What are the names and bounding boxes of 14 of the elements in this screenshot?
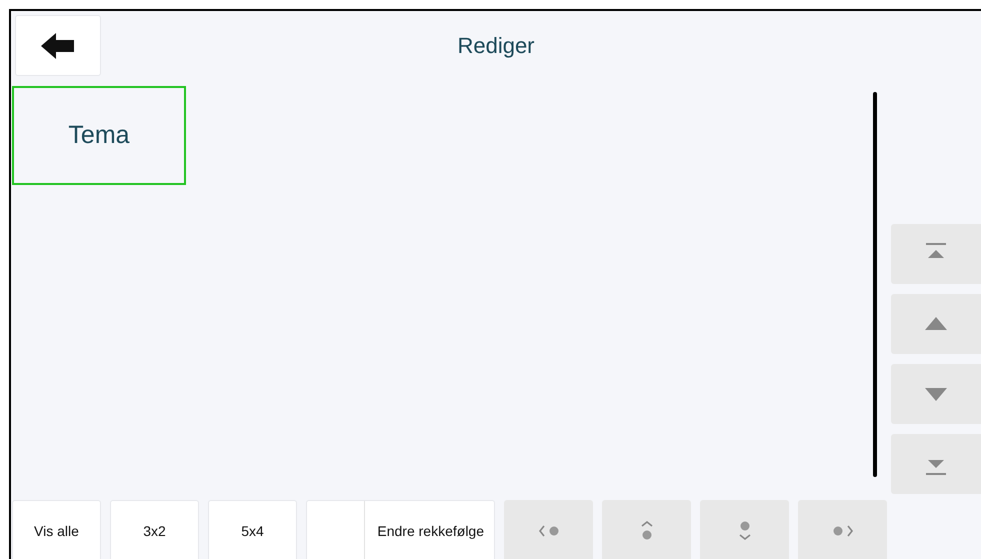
- dot-right-icon: [832, 524, 854, 536]
- back-button[interactable]: [15, 15, 101, 76]
- tile-button[interactable]: Tema: [12, 86, 186, 185]
- toolbar-button[interactable]: Vis alle: [12, 500, 101, 559]
- page-title: Rediger: [456, 33, 536, 59]
- dot-up-icon: [640, 520, 654, 540]
- toolbar-button[interactable]: Endre rekkefølge: [306, 500, 495, 559]
- dot-down-icon: [738, 520, 752, 540]
- scroll-button[interactable]: [891, 294, 981, 354]
- toolbar-button[interactable]: 3x2: [110, 500, 199, 559]
- scroll-button[interactable]: [891, 364, 981, 424]
- dot-left-icon: [538, 524, 560, 536]
- toolbar-button[interactable]: 5x4: [208, 500, 297, 559]
- back-arrow-icon: [41, 32, 75, 58]
